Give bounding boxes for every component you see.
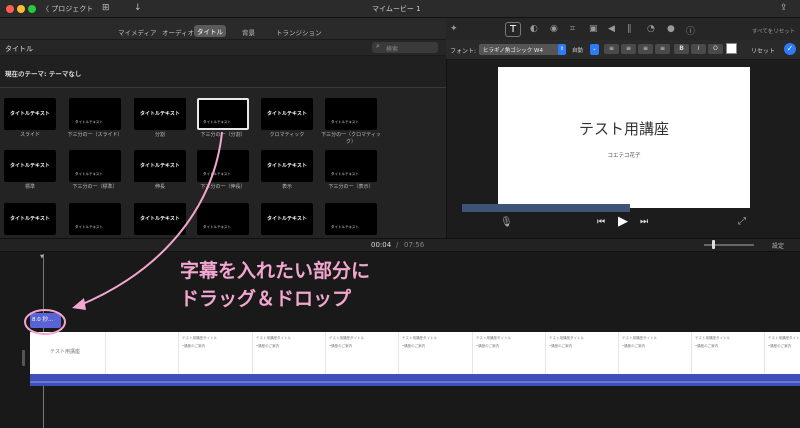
annotation-circle xyxy=(24,309,66,335)
annotation-line-2: ドラッグ＆ドロップ xyxy=(180,288,352,310)
annotation-arrowhead xyxy=(72,298,86,310)
annotation-line-1: 字幕を入れたい部分に xyxy=(180,260,371,282)
annotation-overlay xyxy=(24,131,223,335)
